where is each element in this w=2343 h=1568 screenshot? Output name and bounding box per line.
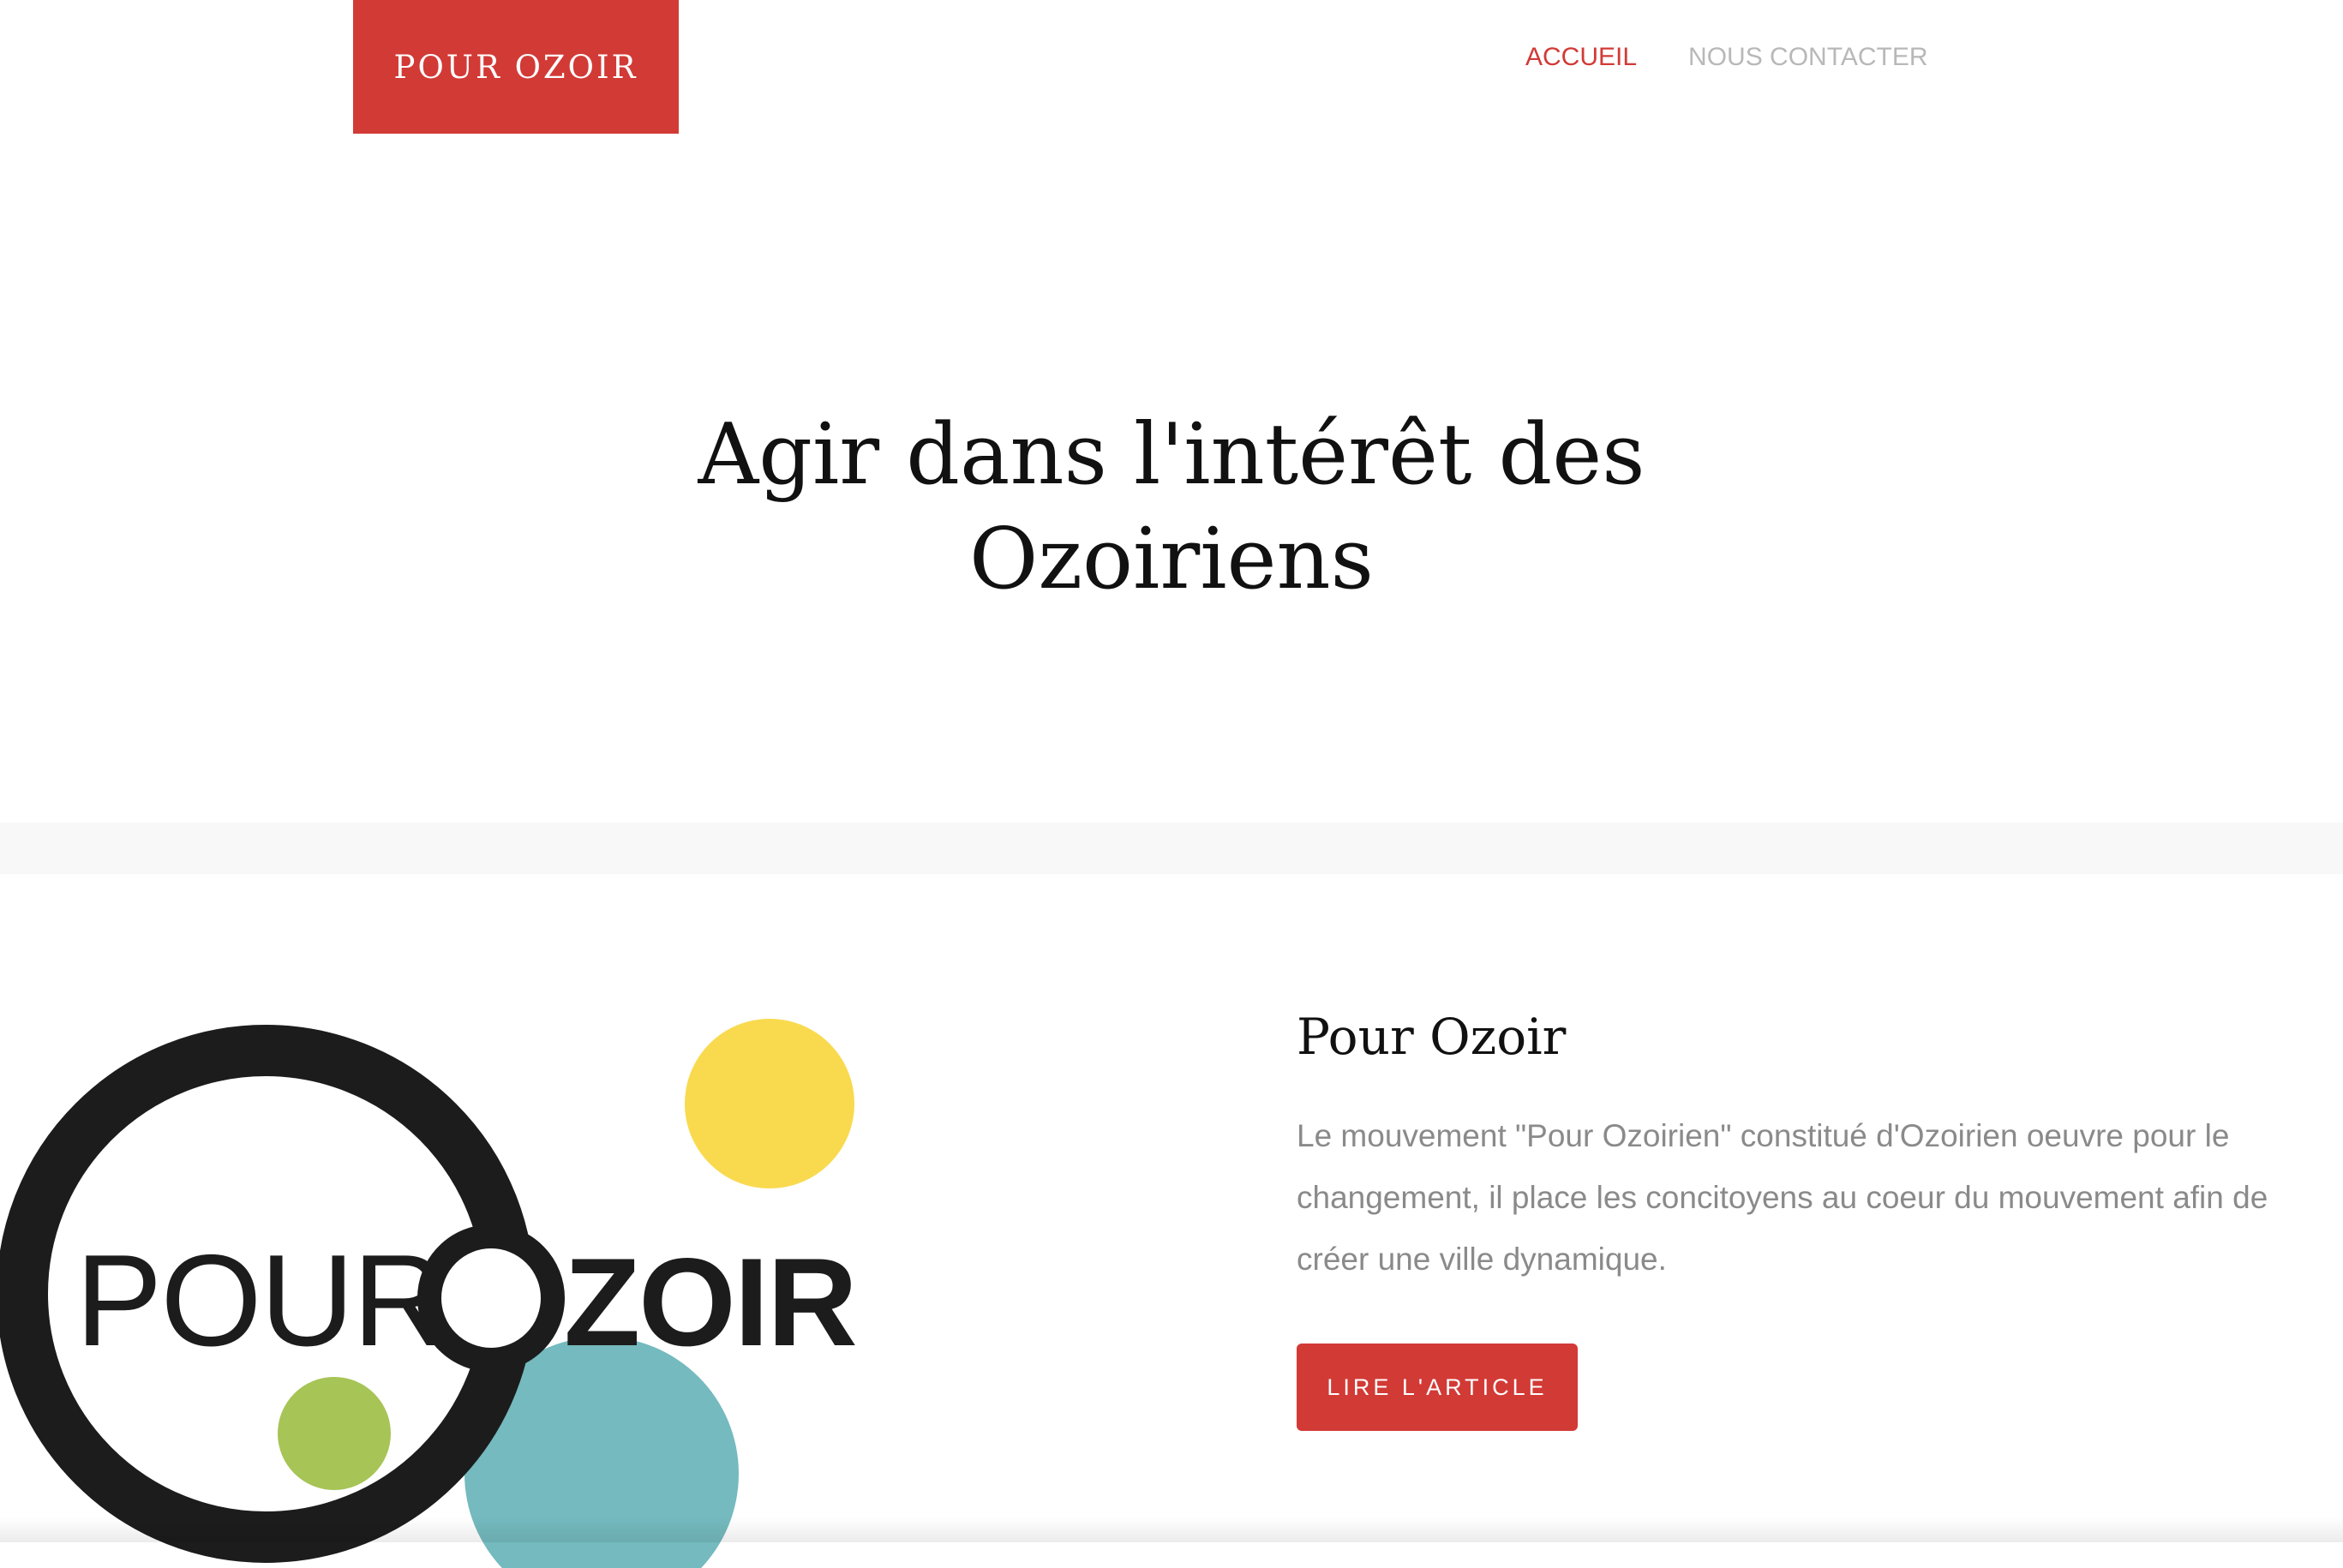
- site-header: POUR OZOIR ACCUEIL NOUS CONTACTER: [0, 0, 2343, 137]
- hero-title-line-1: Agir dans l'intérêt des: [698, 406, 1645, 504]
- read-article-button[interactable]: LIRE L'ARTICLE: [1297, 1344, 1578, 1431]
- pour-ozoir-logo: POUR ZOIR: [0, 1019, 858, 1568]
- logo-text-zoir: ZOIR: [564, 1232, 856, 1372]
- bottom-shadow: [0, 1517, 2343, 1542]
- feature-title: Pour Ozoir: [1297, 1008, 1567, 1066]
- brand-logo-link[interactable]: POUR OZOIR: [353, 0, 679, 134]
- main-nav: ACCUEIL NOUS CONTACTER: [1525, 43, 1928, 72]
- nav-item-accueil[interactable]: ACCUEIL: [1525, 43, 1637, 72]
- section-divider-band: [0, 823, 2343, 874]
- logo-green-circle: [278, 1377, 391, 1490]
- feature-section: POUR ZOIR Pour Ozoir Le mouvement "Pour …: [0, 874, 2343, 1568]
- nav-item-nous-contacter[interactable]: NOUS CONTACTER: [1688, 43, 1927, 72]
- logo-o-ring: [417, 1224, 565, 1372]
- hero-title-line-2: Ozoiriens: [969, 511, 1374, 608]
- feature-description: Le mouvement "Pour Ozoirien" constitué d…: [1297, 1118, 2268, 1277]
- logo-yellow-circle: [685, 1019, 854, 1188]
- hero-section: Agir dans l'intérêt des Ozoiriens: [0, 137, 2343, 823]
- hero-title: Agir dans l'intérêt des Ozoiriens: [0, 403, 2343, 612]
- logo-text-pour: POUR: [75, 1228, 445, 1373]
- feature-article: Pour Ozoir Le mouvement "Pour Ozoirien" …: [1297, 1002, 2342, 1431]
